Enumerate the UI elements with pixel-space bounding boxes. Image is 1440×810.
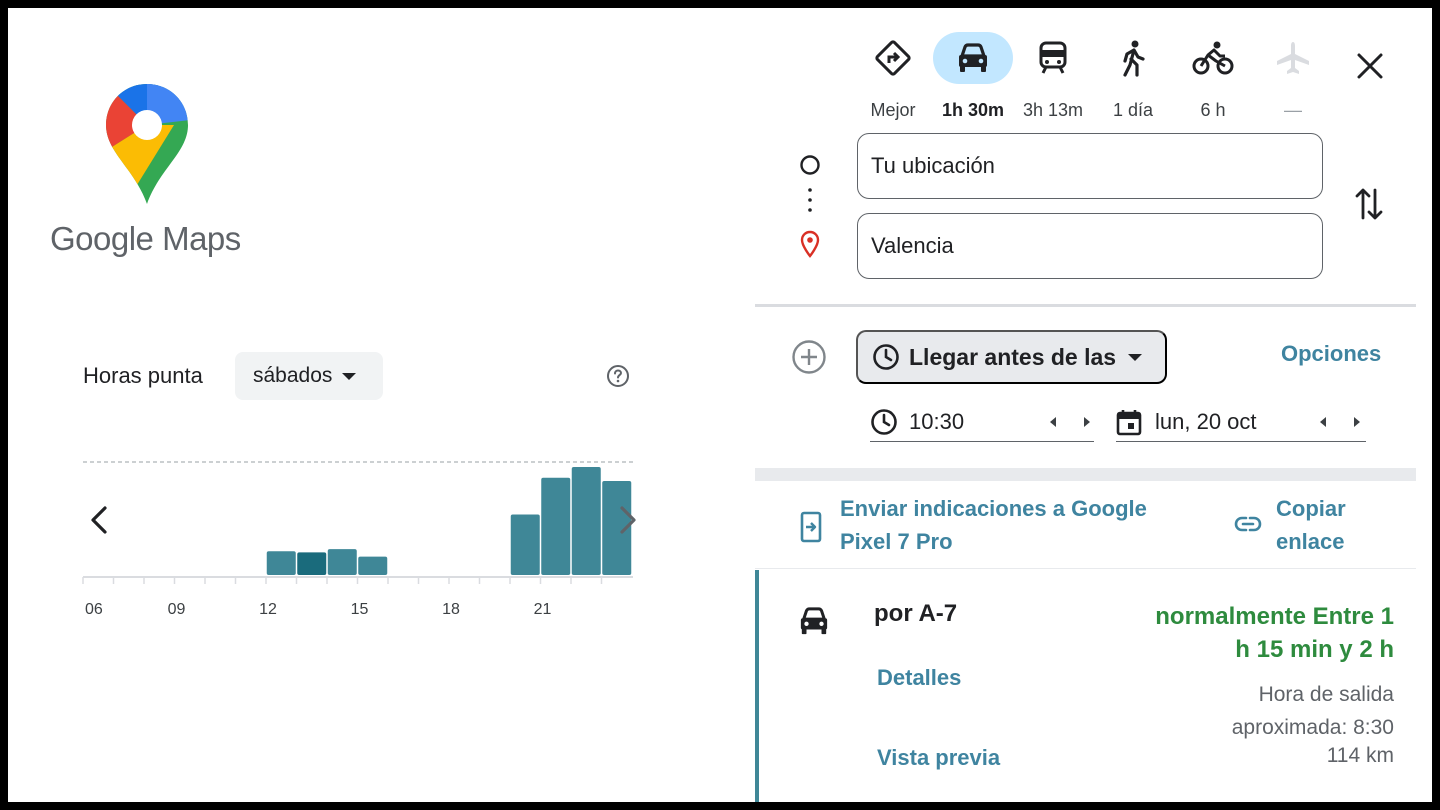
send-to-phone-icon[interactable] — [800, 511, 822, 543]
car-icon — [800, 607, 828, 635]
mode-bike[interactable]: 6 h — [1173, 32, 1253, 122]
chart-tick-label: 18 — [442, 601, 460, 618]
date-next-icon[interactable] — [1354, 416, 1360, 427]
mode-transit[interactable]: 3h 13m — [1013, 32, 1093, 122]
destination-input[interactable]: Valencia — [857, 213, 1323, 279]
route-distance: 114 km — [1326, 744, 1394, 767]
maps-logo-text: Google Maps — [50, 220, 241, 257]
route-departure: Hora de salida aproximada: 8:30 — [1154, 678, 1394, 744]
send-to-phone-link[interactable]: Enviar indicaciones a Google Pixel 7 Pro — [840, 492, 1210, 558]
train-icon — [1039, 41, 1067, 74]
route-card[interactable]: por A-7 Detalles Vista previa normalment… — [755, 570, 1416, 802]
options-link[interactable]: Opciones — [1281, 341, 1381, 367]
chart-tick-label: 21 — [534, 601, 552, 618]
link-icon[interactable] — [1234, 514, 1262, 534]
route-departure-line-1: Hora de salida — [1258, 683, 1394, 706]
swap-icon[interactable] — [1354, 186, 1384, 222]
chart-bar — [571, 467, 601, 575]
section-divider-thick — [755, 468, 1416, 481]
plane-icon — [1277, 42, 1309, 74]
mode-car[interactable]: 1h 30m — [933, 32, 1013, 122]
route-departure-line-2: aproximada: 8:30 — [1231, 716, 1394, 739]
day-selector-label: sábados — [253, 364, 333, 387]
send-line-2: Pixel 7 Pro — [840, 529, 953, 554]
google-maps-logo: Google Maps — [48, 80, 258, 270]
walk-icon — [1123, 40, 1145, 77]
section-divider — [755, 304, 1416, 307]
date-picker[interactable]: lun, 20 oct — [1116, 402, 1366, 442]
copy-line-2: enlace — [1276, 529, 1345, 554]
chart-bar — [297, 552, 327, 575]
origin-circle-icon — [800, 155, 820, 175]
close-icon — [1357, 53, 1383, 79]
chart-bar — [510, 514, 540, 575]
time-picker[interactable]: 10:30 — [870, 402, 1094, 442]
directions-icon — [875, 40, 911, 76]
bike-icon — [1192, 41, 1234, 75]
mode-best-label: Mejor — [870, 100, 916, 120]
clock-icon — [871, 408, 897, 435]
calendar-icon — [1116, 409, 1142, 435]
travel-modes: Mejor 1h 30m 3h 13m 1 día 6 h — — [853, 32, 1323, 122]
time-next-icon[interactable] — [1084, 416, 1090, 427]
origin-input[interactable]: Tu ubicación — [857, 133, 1323, 199]
route-duration: normalmente Entre 1 h 15 min y 2 h — [1094, 600, 1394, 666]
date-value: lun, 20 oct — [1155, 408, 1257, 434]
chart-tick-label: 15 — [351, 601, 369, 618]
clock-icon — [873, 344, 899, 370]
mode-flight-label: — — [1284, 100, 1302, 120]
route-duration-line-1: normalmente Entre 1 — [1155, 603, 1394, 630]
route-details-link[interactable]: Detalles — [877, 665, 961, 691]
chart-prev-icon[interactable] — [91, 506, 107, 534]
caret-down-icon — [342, 372, 357, 380]
route-duration-line-2: h 15 min y 2 h — [1235, 636, 1394, 663]
help-icon[interactable] — [606, 364, 630, 388]
route-connector — [800, 155, 820, 258]
caret-down-icon — [1128, 353, 1143, 361]
section-divider — [755, 568, 1416, 569]
destination-pin-icon — [800, 230, 820, 258]
chart-bar — [358, 556, 388, 575]
chart-bar — [327, 549, 357, 575]
mode-flight[interactable]: — — [1253, 32, 1333, 122]
mode-best[interactable]: Mejor — [853, 32, 933, 122]
arrive-by-dropdown[interactable]: Llegar antes de las — [856, 330, 1167, 384]
mode-walk-label: 1 día — [1112, 100, 1154, 120]
send-line-1: Enviar indicaciones a Google — [840, 496, 1147, 521]
chart-tick-label: 12 — [259, 601, 277, 618]
copy-line-1: Copiar — [1276, 496, 1346, 521]
route-preview-link[interactable]: Vista previa — [877, 745, 1000, 771]
popular-times-chart: 06 09 12 15 18 21 — [82, 461, 636, 618]
time-value: 10:30 — [909, 408, 965, 434]
chart-bar — [541, 477, 571, 575]
mode-bike-label: 6 h — [1200, 100, 1226, 120]
chart-tick-label: 06 — [85, 601, 103, 618]
maps-pin-icon — [106, 84, 188, 204]
mode-transit-label: 3h 13m — [1022, 100, 1084, 120]
mode-walk[interactable]: 1 día — [1093, 32, 1173, 122]
route-name: por A-7 — [874, 600, 958, 627]
chart-tick-label: 09 — [168, 601, 186, 618]
chart-bar — [266, 551, 296, 575]
arrive-by-label: Llegar antes de las — [909, 343, 1117, 370]
date-prev-icon[interactable] — [1320, 416, 1326, 427]
car-icon — [959, 43, 987, 72]
mode-car-label: 1h 30m — [941, 100, 1005, 120]
app-frame: Google Maps Horas punta sábados 06 09 12 15… — [8, 8, 1432, 802]
close-button[interactable] — [1348, 44, 1392, 88]
day-selector[interactable]: sábados — [235, 352, 383, 400]
copy-link[interactable]: Copiar enlace — [1276, 492, 1396, 558]
time-prev-icon[interactable] — [1050, 416, 1056, 427]
popular-times-title: Horas punta — [83, 363, 203, 388]
add-stop-icon[interactable] — [791, 339, 827, 375]
